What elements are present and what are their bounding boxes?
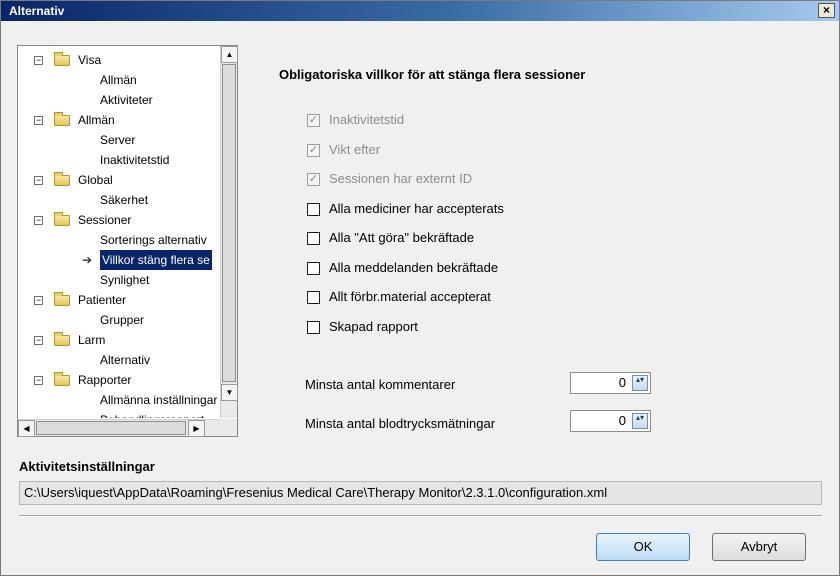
checkbox-label: Skapad rapport: [329, 319, 418, 334]
checkbox-label: Sessionen har externt ID: [329, 171, 473, 186]
checkbox[interactable]: [307, 203, 320, 216]
tree-item-label: Allmän: [100, 73, 137, 87]
tree-group[interactable]: − Patienter: [18, 290, 220, 310]
collapse-icon[interactable]: −: [34, 56, 43, 65]
tree-item[interactable]: Säkerhet: [18, 190, 220, 210]
checkbox[interactable]: [307, 232, 320, 245]
scroll-corner: [220, 419, 237, 436]
tree-group-label: Allmän: [78, 113, 115, 127]
folder-icon: [54, 332, 70, 346]
collapse-icon[interactable]: −: [34, 376, 43, 385]
folder-icon: [54, 292, 70, 306]
folder-icon: [54, 172, 70, 186]
tree-group-label: Visa: [78, 53, 102, 67]
tree-group[interactable]: − Visa: [18, 50, 220, 70]
footer-divider: [19, 515, 822, 517]
tree-item-label: Grupper: [100, 313, 145, 327]
tree-item[interactable]: ➔ Villkor stäng flera se: [18, 250, 220, 270]
tree-item-label: Alternativ: [100, 353, 151, 367]
min-comments-value[interactable]: 0: [619, 375, 626, 390]
tree-group-label: Patienter: [78, 293, 127, 307]
tree-group-label: Larm: [78, 333, 106, 347]
tree-item[interactable]: Inaktivitetstid: [18, 150, 220, 170]
close-button[interactable]: ×: [818, 3, 835, 18]
activity-settings-heading: Aktivitetsinställningar: [19, 459, 155, 474]
tree-item-label: Säkerhet: [100, 193, 149, 207]
tree-item[interactable]: Sorterings alternativ: [18, 230, 220, 250]
tree-item[interactable]: Allmän: [18, 70, 220, 90]
options-dialog: Alternativ × − Visa Allmän Aktiviteter − Allm…: [0, 0, 840, 576]
tree-item-label: Inaktivitetstid: [100, 153, 170, 167]
tree-group[interactable]: − Larm: [18, 330, 220, 350]
tree-item[interactable]: Allmänna inställningar: [18, 390, 220, 410]
min-comments-stepper[interactable]: 0 ▴▾: [570, 372, 651, 394]
checkbox-label: Alla "Att göra" bekräftade: [329, 230, 475, 245]
checkbox[interactable]: [307, 262, 320, 275]
tree-horizontal-scrollbar[interactable]: ◀ ▶: [18, 419, 220, 437]
scroll-left-button[interactable]: ◀: [18, 420, 35, 437]
tree-item[interactable]: Behandlingsrapport: [18, 410, 220, 418]
min-bp-measurements-stepper[interactable]: 0 ▴▾: [570, 410, 651, 432]
tree-group[interactable]: − Global: [18, 170, 220, 190]
checkbox[interactable]: [307, 291, 320, 304]
scroll-right-button[interactable]: ▶: [188, 420, 205, 437]
scroll-up-button[interactable]: ▲: [221, 46, 238, 63]
tree-group[interactable]: − Sessioner: [18, 210, 220, 230]
collapse-icon[interactable]: −: [34, 296, 43, 305]
min-bp-measurements-label: Minsta antal blodtrycksmätningar: [305, 416, 496, 431]
tree-item-label: Server: [100, 133, 136, 147]
tree-item[interactable]: Aktiviteter: [18, 90, 220, 110]
checkbox-label: Vikt efter: [329, 142, 381, 157]
tree-item-label: Villkor stäng flera se: [100, 250, 212, 270]
folder-icon: [54, 212, 70, 226]
horizontal-scroll-thumb[interactable]: [36, 421, 186, 435]
folder-icon: [54, 372, 70, 386]
tree-item-label: Behandlingsrapport: [100, 410, 204, 418]
tree-group[interactable]: − Allmän: [18, 110, 220, 130]
config-path-field: C:\Users\iquest\AppData\Roaming\Freseniu…: [19, 481, 822, 505]
checkbox-checked: ✓: [307, 114, 320, 127]
cancel-button[interactable]: Avbryt: [712, 533, 806, 561]
selected-arrow-icon: ➔: [82, 253, 93, 267]
tree-item-label: Aktiviteter: [100, 93, 153, 107]
checkbox-label: Allt förbr.material accepterat: [329, 289, 491, 304]
collapse-icon[interactable]: −: [34, 176, 43, 185]
window-title: Alternativ: [9, 4, 65, 18]
min-bp-measurements-value[interactable]: 0: [619, 413, 626, 428]
folder-icon: [54, 52, 70, 66]
tree-item[interactable]: Alternativ: [18, 350, 220, 370]
checkbox-label: Alla meddelanden bekräftade: [329, 260, 499, 275]
settings-tree[interactable]: − Visa Allmän Aktiviteter − Allmän Server Inakt…: [17, 45, 238, 437]
tree-group[interactable]: − Rapporter: [18, 370, 220, 390]
spin-arrows-icon[interactable]: ▴▾: [632, 413, 648, 429]
folder-icon: [54, 112, 70, 126]
tree-group-label: Sessioner: [78, 213, 132, 227]
vertical-scroll-thumb[interactable]: [222, 64, 236, 382]
tree-item-label: Synlighet: [100, 273, 150, 287]
collapse-icon[interactable]: −: [34, 216, 43, 225]
scroll-down-button[interactable]: ▼: [221, 384, 238, 401]
checkbox[interactable]: [307, 321, 320, 334]
conditions-heading: Obligatoriska villkor för att stänga fle…: [279, 67, 586, 82]
checkbox-checked: ✓: [307, 173, 320, 186]
tree-item[interactable]: Grupper: [18, 310, 220, 330]
tree-item-label: Sorterings alternativ: [100, 233, 207, 247]
tree-viewport: − Visa Allmän Aktiviteter − Allmän Server Inakt…: [18, 46, 220, 418]
tree-group-label: Global: [78, 173, 113, 187]
ok-button[interactable]: OK: [596, 533, 690, 561]
collapse-icon[interactable]: −: [34, 116, 43, 125]
spin-arrows-icon[interactable]: ▴▾: [632, 375, 648, 391]
tree-item[interactable]: Synlighet: [18, 270, 220, 290]
collapse-icon[interactable]: −: [34, 336, 43, 345]
title-bar: Alternativ ×: [1, 1, 839, 21]
tree-item[interactable]: Server: [18, 130, 220, 150]
checkbox-checked: ✓: [307, 144, 320, 157]
tree-item-label: Allmänna inställningar: [100, 393, 218, 407]
tree-group-label: Rapporter: [78, 373, 132, 387]
min-comments-label: Minsta antal kommentarer: [305, 377, 456, 392]
checkbox-label: Alla mediciner har accepterats: [329, 201, 504, 216]
tree-vertical-scrollbar[interactable]: ▲ ▼: [220, 46, 238, 418]
checkbox-label: Inaktivitetstid: [329, 112, 405, 127]
